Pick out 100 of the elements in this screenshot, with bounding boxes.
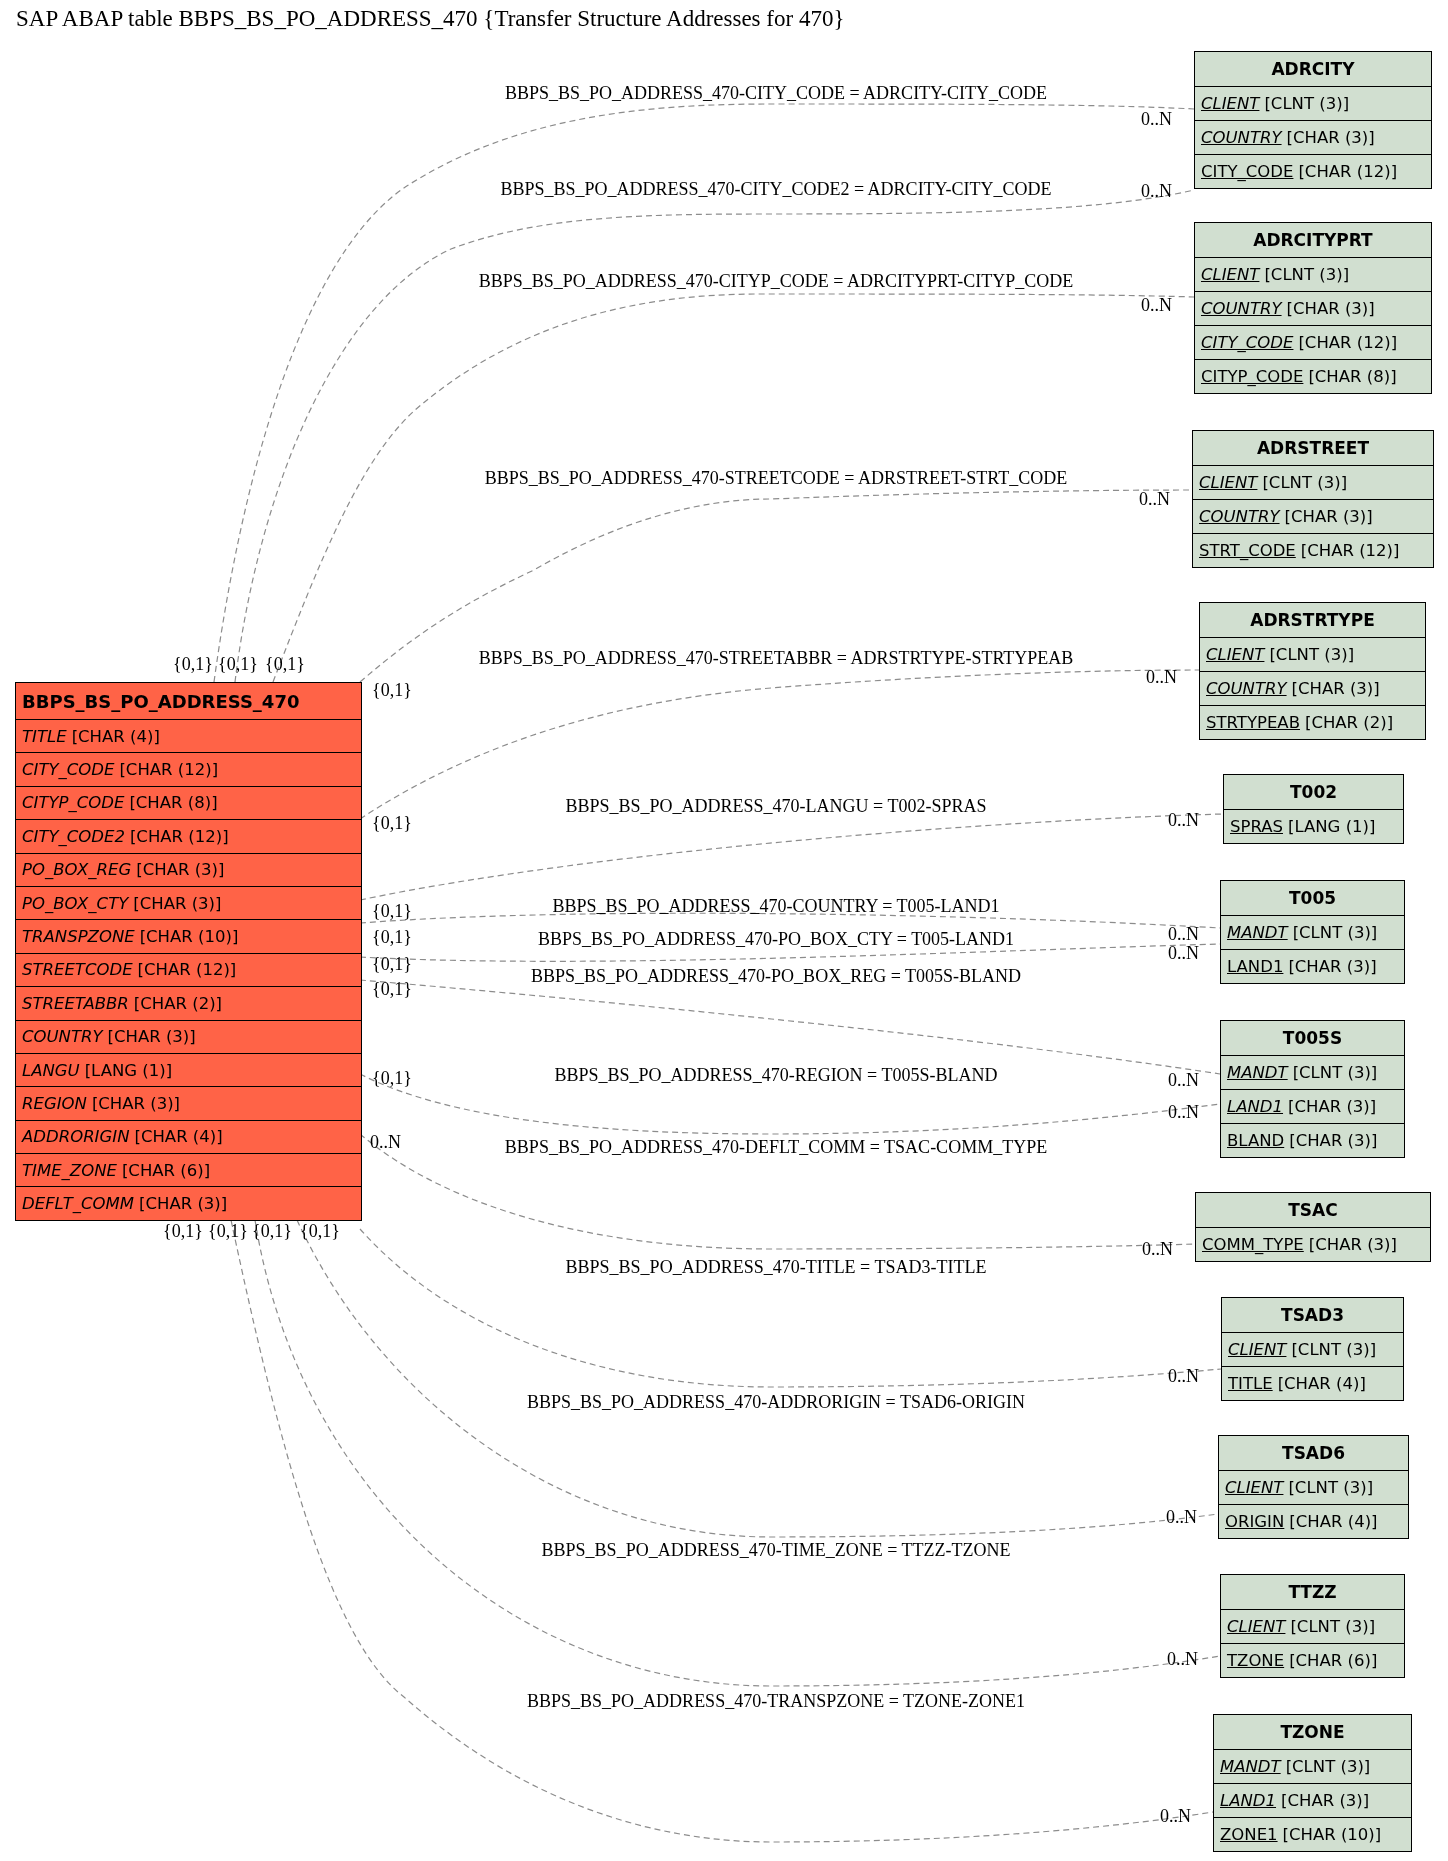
field-name: MANDT <box>1227 923 1288 942</box>
field-name: TZONE <box>1227 1651 1285 1670</box>
cardinality-label: {0,1} <box>372 955 412 973</box>
field-name: CLIENT <box>1201 94 1260 113</box>
field-type: [CHAR (3)] <box>1284 507 1373 526</box>
field-type: [CHAR (4)] <box>71 726 160 746</box>
field-name: COUNTRY <box>1201 128 1282 147</box>
page-title: SAP ABAP table BBPS_BS_PO_ADDRESS_470 {Transfer Structure Addresses for 470} <box>16 6 845 32</box>
cardinality-label: 0..N <box>1142 1240 1173 1258</box>
field-type: [CLNT (3)] <box>1288 1478 1374 1497</box>
field-type: [CLNT (3)] <box>1292 923 1378 942</box>
field-name: COUNTRY <box>1201 299 1282 318</box>
cardinality-label: {0,1} <box>300 1222 340 1240</box>
field-name: COUNTRY <box>1206 679 1287 698</box>
cardinality-label: {0,1} <box>163 1222 203 1240</box>
field-type: [CHAR (8)] <box>1308 367 1397 386</box>
field-type: [LANG (1)] <box>1288 817 1376 836</box>
field-name: COMM_TYPE <box>1202 1235 1304 1254</box>
field-type: [CHAR (3)] <box>1286 128 1375 147</box>
cardinality-label: {0,1} <box>372 928 412 946</box>
table-name: ADRSTREET <box>1255 437 1371 460</box>
table-name: ADRCITY <box>1270 58 1356 81</box>
field-type: [CHAR (3)] <box>91 1094 181 1113</box>
table-name: T002 <box>1288 781 1339 804</box>
cardinality-label: {0,1} <box>265 655 305 673</box>
cardinality-label: {0,1} <box>372 902 412 920</box>
cardinality-label: {0,1} <box>208 1222 248 1240</box>
field-type: [CHAR (3)] <box>1308 1235 1397 1254</box>
field-type: [CLNT (3)] <box>1264 94 1350 113</box>
cardinality-label: 0..N <box>1141 110 1172 128</box>
table-name: TSAD6 <box>1281 1442 1346 1465</box>
field-type: [CLNT (3)] <box>1290 1617 1376 1636</box>
field-name: CITYP_CODE <box>22 793 125 813</box>
field-type: [CHAR (3)] <box>136 860 225 880</box>
field-type: [LANG (1)] <box>84 1060 173 1080</box>
cardinality-label: 0..N <box>1168 1103 1199 1121</box>
cardinality-label: 0..N <box>1160 1807 1191 1825</box>
field-name: ADDRORIGIN <box>22 1127 130 1147</box>
field-name: CLIENT <box>1199 473 1258 492</box>
field-name: COUNTRY <box>22 1027 103 1047</box>
cardinality-label: 0..N <box>1139 490 1170 508</box>
field-type: [CHAR (3)] <box>107 1027 196 1047</box>
field-type: [CLNT (3)] <box>1262 473 1348 492</box>
field-type: [CHAR (3)] <box>1289 1131 1378 1150</box>
field-name: TITLE <box>1228 1374 1273 1393</box>
field-name: STRTYPEAB <box>1206 713 1300 732</box>
cardinality-label: {0,1} <box>372 681 412 699</box>
field-type: [CHAR (12)] <box>119 760 219 780</box>
field-name: CLIENT <box>1206 645 1265 664</box>
table-name: ADRSTRTYPE <box>1249 609 1376 632</box>
field-name: LAND1 <box>1220 1791 1277 1810</box>
cardinality-label: {0,1} <box>173 655 213 673</box>
table-name: BBPS_BS_PO_ADDRESS_470 <box>21 689 301 714</box>
relation-label: BBPS_BS_PO_ADDRESS_470-DEFLT_COMM = TSAC-COMM_TYPE <box>504 1138 1048 1156</box>
field-name: TITLE <box>22 726 67 746</box>
field-name: PO_BOX_CTY <box>22 893 129 913</box>
field-name: CLIENT <box>1228 1340 1287 1359</box>
table-name: ADRCITYPRT <box>1252 229 1374 252</box>
relation-label: BBPS_BS_PO_ADDRESS_470-CITY_CODE = ADRCITY-CITY_CODE <box>504 84 1048 102</box>
cardinality-label: 0..N <box>1167 1650 1198 1668</box>
field-name: CITY_CODE <box>22 760 115 780</box>
relation-label: BBPS_BS_PO_ADDRESS_470-CITY_CODE2 = ADRCITY-CITY_CODE <box>500 180 1052 198</box>
cardinality-label: 0..N <box>1141 182 1172 200</box>
cardinality-label: {0,1} <box>372 814 412 832</box>
cardinality-label: {0,1} <box>218 655 258 673</box>
field-name: BLAND <box>1227 1131 1285 1150</box>
field-type: [CLNT (3)] <box>1285 1757 1371 1776</box>
field-type: [CLNT (3)] <box>1264 265 1350 284</box>
field-name: REGION <box>22 1094 87 1113</box>
table-name: TZONE <box>1279 1721 1346 1744</box>
relation-label: BBPS_BS_PO_ADDRESS_470-PO_BOX_CTY = T005-LAND1 <box>537 930 1015 948</box>
field-type: [CHAR (10)] <box>1282 1825 1382 1844</box>
field-name: CITY_CODE2 <box>22 826 125 846</box>
field-name: CLIENT <box>1201 265 1260 284</box>
relation-label: BBPS_BS_PO_ADDRESS_470-ADDRORIGIN = TSAD6-ORIGIN <box>527 1393 1025 1411</box>
relation-label: BBPS_BS_PO_ADDRESS_470-LANGU = T002-SPRAS <box>565 797 987 815</box>
relation-label: BBPS_BS_PO_ADDRESS_470-TITLE = TSAD3-TITLE <box>565 1258 987 1276</box>
field-name: CLIENT <box>1225 1478 1284 1497</box>
field-type: [CHAR (3)] <box>1286 299 1375 318</box>
cardinality-label: 0..N <box>1168 811 1199 829</box>
field-name: CITYP_CODE <box>1201 367 1304 386</box>
cardinality-label: 0..N <box>1168 1367 1199 1385</box>
field-name: CITY_CODE <box>1201 333 1294 352</box>
field-name: COUNTRY <box>1199 507 1280 526</box>
cardinality-label: 0..N <box>1146 668 1177 686</box>
field-type: [CHAR (12)] <box>1300 541 1400 560</box>
field-type: [CHAR (6)] <box>1289 1651 1378 1670</box>
relation-label: BBPS_BS_PO_ADDRESS_470-STREETABBR = ADRSTRTYPE-STRTYPEAB <box>478 649 1074 667</box>
field-name: MANDT <box>1227 1063 1288 1082</box>
field-type: [CHAR (4)] <box>1277 1374 1366 1393</box>
table-name: TTZZ <box>1287 1581 1338 1604</box>
cardinality-label: {0,1} <box>252 1222 292 1240</box>
field-type: [CHAR (12)] <box>137 960 237 980</box>
relation-label: BBPS_BS_PO_ADDRESS_470-STREETCODE = ADRSTREET-STRT_CODE <box>484 469 1068 487</box>
field-type: [CHAR (3)] <box>1288 957 1377 976</box>
field-type: [CLNT (3)] <box>1292 1063 1378 1082</box>
table-name: T005 <box>1287 887 1338 910</box>
field-name: STREETABBR <box>22 993 129 1013</box>
relation-label: BBPS_BS_PO_ADDRESS_470-TIME_ZONE = TTZZ-TZONE <box>541 1541 1011 1559</box>
field-type: [CHAR (3)] <box>1281 1791 1370 1810</box>
